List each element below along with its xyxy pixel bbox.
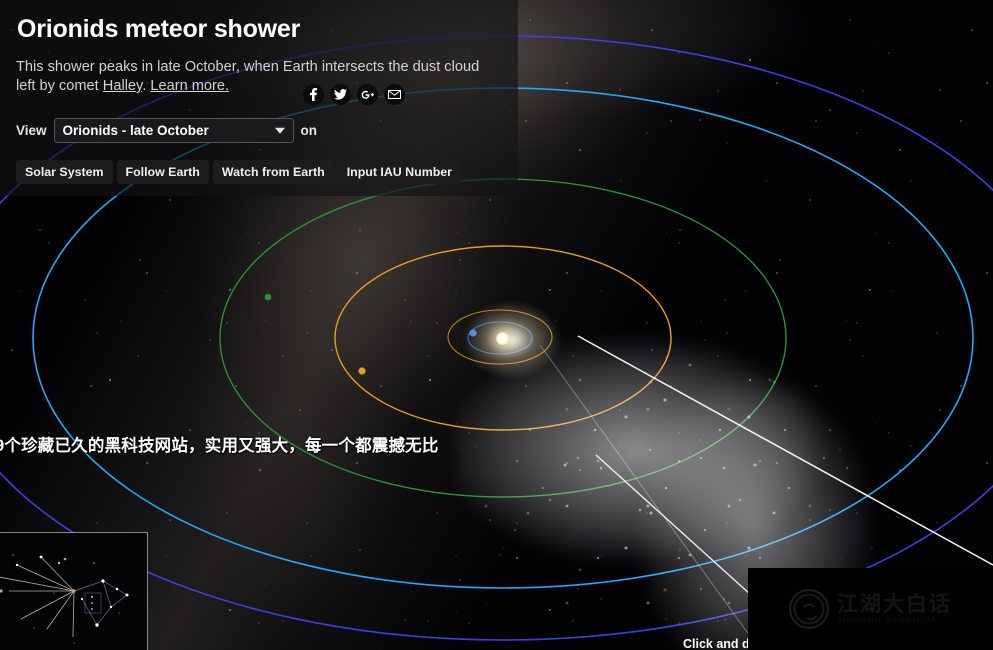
halley-link[interactable]: Halley [103, 78, 142, 94]
inset-starfield [0, 533, 147, 650]
sun-marker [496, 332, 509, 345]
watermark-text: 江湖大白话 JIANGHU DABAIHUA [837, 593, 952, 625]
view-mode-buttons: Solar System Follow Earth Watch from Ear… [16, 160, 462, 184]
chevron-down-icon [274, 127, 285, 134]
meteor-path-1 [577, 335, 993, 566]
learn-more-link[interactable]: Learn more. [150, 78, 229, 94]
chinese-banner-text: 9个珍藏已久的黑科技网站，实用又强大，每一个都震撼无比 [0, 437, 439, 455]
facebook-icon[interactable] [303, 84, 324, 105]
email-icon[interactable] [384, 84, 405, 105]
shower-description: This shower peaks in late October, when … [16, 58, 490, 96]
solar-system-button[interactable]: Solar System [16, 160, 113, 184]
view-selector-row: View Orionids - late October on [16, 118, 317, 143]
watermark-logo-icon [789, 589, 829, 629]
page-title: Orionids meteor shower [17, 15, 301, 43]
follow-earth-button[interactable]: Follow Earth [116, 160, 209, 184]
sun-glow [462, 300, 562, 380]
shower-select-value: Orionids - late October [62, 123, 209, 138]
watermark-title: 江湖大白话 [837, 592, 952, 616]
twitter-icon[interactable] [330, 84, 351, 105]
watermark-overlay: 江湖大白话 JIANGHU DABAIHUA [748, 568, 993, 650]
watch-from-earth-button[interactable]: Watch from Earth [212, 160, 334, 184]
shower-select[interactable]: Orionids - late October [53, 118, 294, 143]
on-label: on [300, 123, 318, 138]
social-share-row [303, 84, 405, 105]
watermark-subtitle: JIANGHU DABAIHUA [837, 616, 938, 626]
info-panel: Orionids meteor shower This shower peaks… [0, 0, 518, 196]
radiant-sky-inset[interactable] [0, 532, 148, 650]
meteor-path-3 [539, 344, 761, 650]
google-plus-icon[interactable] [357, 84, 378, 105]
input-iau-number-button[interactable]: Input IAU Number [337, 160, 462, 184]
app-viewport[interactable]: Orionids meteor shower This shower peaks… [0, 0, 993, 650]
view-label: View [16, 123, 47, 138]
description-text: This shower peaks in late October, when … [16, 59, 480, 94]
